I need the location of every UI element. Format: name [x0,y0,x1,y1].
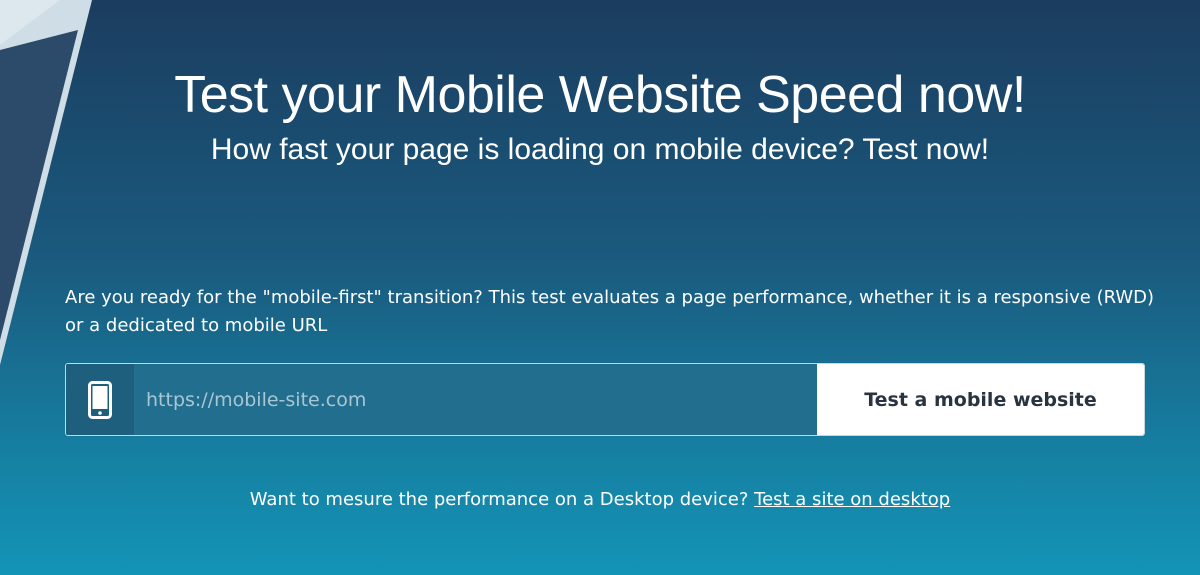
page-subtitle: How fast your page is loading on mobile … [210,133,990,166]
mobile-test-form: Test a mobile website [65,363,1145,436]
url-input[interactable] [134,364,817,435]
mobile-phone-icon [88,380,112,419]
test-site-on-desktop-link[interactable]: Test a site on desktop [754,489,950,510]
device-icon-box [66,364,134,435]
desktop-test-note: Want to mesure the performance on a Desk… [0,487,1200,513]
test-mobile-website-button[interactable]: Test a mobile website [817,364,1144,435]
hero-section: Test your Mobile Website Speed now! How … [0,62,1200,170]
intro-text: Are you ready for the "mobile-first" tra… [65,287,1155,336]
desktop-note-text: Want to mesure the performance on a Desk… [249,489,749,510]
page-title: Test your Mobile Website Speed now! [174,66,1026,124]
